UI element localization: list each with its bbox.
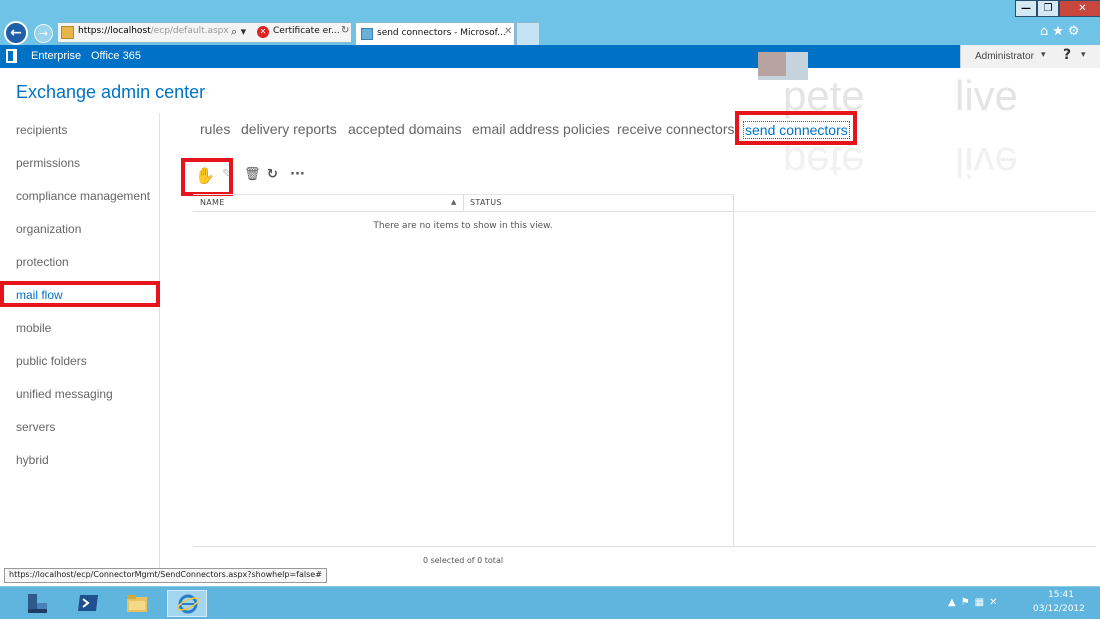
tab-favicon-icon — [361, 28, 373, 40]
folder-icon — [127, 595, 147, 612]
column-separator[interactable] — [463, 195, 464, 212]
office-logo-icon — [6, 49, 17, 63]
clock-time[interactable]: 15:41 — [1048, 590, 1074, 600]
tab-rules[interactable]: rules — [200, 121, 230, 137]
page-title: Exchange admin center — [16, 82, 206, 102]
taskbar: ▲⚑▦✕ — [0, 586, 1100, 619]
grid-header: NAME ▲ STATUS — [193, 194, 733, 212]
chevron-down-icon: ▾ — [1041, 50, 1046, 60]
server-manager-icon — [28, 594, 47, 613]
sort-ascending-icon[interactable]: ▲ — [451, 198, 456, 206]
powershell-button[interactable] — [68, 590, 108, 617]
address-host: https://localhost — [78, 26, 151, 36]
column-header-name[interactable]: NAME — [200, 198, 225, 207]
help-icon[interactable]: ? — [1063, 47, 1071, 63]
delete-icon[interactable]: 🗑 — [244, 167, 261, 182]
watermark-logo-accent — [758, 52, 786, 76]
clock-date[interactable]: 03/12/2012 — [1033, 604, 1085, 614]
powershell-icon — [78, 595, 98, 611]
status-bar-url: https://localhost/ecp/ConnectorMgmt/Send… — [4, 568, 327, 583]
column-header-status[interactable]: STATUS — [470, 198, 502, 207]
nav-item-recipients[interactable]: recipients — [16, 123, 67, 137]
refresh-icon[interactable]: ↻ — [341, 25, 349, 36]
maximize-button[interactable]: ❐ — [1037, 0, 1059, 17]
watermark-reflection: live — [955, 139, 1019, 186]
tab-title: send connectors - Microsof... — [377, 28, 506, 38]
chevron-down-icon: ▾ — [1081, 50, 1086, 60]
close-window-button[interactable]: ✕ — [1059, 0, 1100, 17]
nav-item-permissions[interactable]: permissions — [16, 156, 80, 170]
office365-nav-bar: Enterprise Office 365 Administrator ▾ ? … — [0, 45, 1100, 68]
details-pane-header-line — [734, 211, 1096, 212]
user-name: Administrator — [975, 51, 1034, 62]
file-explorer-button[interactable] — [117, 590, 157, 617]
details-pane-divider — [733, 194, 734, 546]
selection-count: 0 selected of 0 total — [422, 556, 504, 565]
nav-item-compliance-management[interactable]: compliance management — [16, 189, 150, 203]
browser-tab-send-connectors[interactable]: send connectors - Microsof... ✕ — [355, 22, 515, 45]
nav-item-organization[interactable]: organization — [16, 222, 81, 236]
more-options-icon[interactable]: ··· — [290, 167, 305, 182]
browser-chrome: ← → https://localhost/ecp/default.aspx ⌕… — [0, 0, 1100, 45]
highlight-send-connectors — [735, 111, 857, 145]
highlight-mail-flow — [0, 281, 160, 307]
system-tray-icons[interactable]: ▲⚑▦✕ — [948, 597, 1002, 608]
address-path: /ecp/default.aspx — [150, 26, 229, 36]
tab-accepted-domains[interactable]: accepted domains — [348, 121, 462, 137]
page-favicon-icon — [61, 26, 74, 39]
enterprise-link[interactable]: Enterprise — [31, 50, 81, 62]
tab-close-icon[interactable]: ✕ — [504, 26, 512, 37]
office365-link[interactable]: Office 365 — [91, 50, 141, 62]
address-bar[interactable]: https://localhost/ecp/default.aspx ⌕ ▾ ✕… — [57, 22, 352, 43]
server-manager-button[interactable] — [17, 590, 57, 617]
highlight-add-button — [181, 158, 233, 196]
empty-list-message: There are no items to show in this view. — [373, 221, 553, 231]
back-arrow-icon: ← — [10, 25, 22, 41]
nav-item-unified-messaging[interactable]: unified messaging — [16, 387, 113, 401]
nav-item-protection[interactable]: protection — [16, 255, 69, 269]
search-icon[interactable]: ⌕ ▾ — [231, 25, 246, 39]
watermark-reflection: pete — [783, 139, 865, 186]
tab-email-address-policies[interactable]: email address policies — [472, 121, 610, 137]
user-menu[interactable]: Administrator ▾ ? ▾ — [960, 45, 1100, 68]
back-button[interactable]: ← — [4, 21, 28, 45]
home-favorites-settings-icons[interactable]: ⌂★⚙ — [1040, 24, 1084, 39]
address-text: https://localhost/ecp/default.aspx — [78, 26, 229, 36]
tab-delivery-reports[interactable]: delivery reports — [241, 121, 337, 137]
nav-item-public-folders[interactable]: public folders — [16, 354, 87, 368]
certificate-error-icon[interactable]: ✕ — [257, 26, 269, 38]
tab-receive-connectors[interactable]: receive connectors — [617, 121, 735, 137]
certificate-error-text[interactable]: Certificate er... — [273, 26, 340, 36]
internet-explorer-button[interactable] — [167, 590, 207, 617]
nav-item-mobile[interactable]: mobile — [16, 321, 51, 335]
forward-arrow-icon: → — [38, 27, 49, 40]
left-nav: recipients permissions compliance manage… — [0, 113, 160, 568]
nav-item-servers[interactable]: servers — [16, 420, 55, 434]
watermark-word: live — [955, 72, 1019, 119]
forward-button[interactable]: → — [34, 24, 53, 43]
minimize-button[interactable]: — — [1015, 0, 1037, 17]
grid-footer-divider — [193, 546, 1096, 547]
new-tab-button[interactable] — [516, 22, 540, 45]
internet-explorer-icon — [177, 594, 199, 614]
nav-item-hybrid[interactable]: hybrid — [16, 453, 49, 467]
refresh-icon[interactable]: ↻ — [267, 167, 278, 182]
